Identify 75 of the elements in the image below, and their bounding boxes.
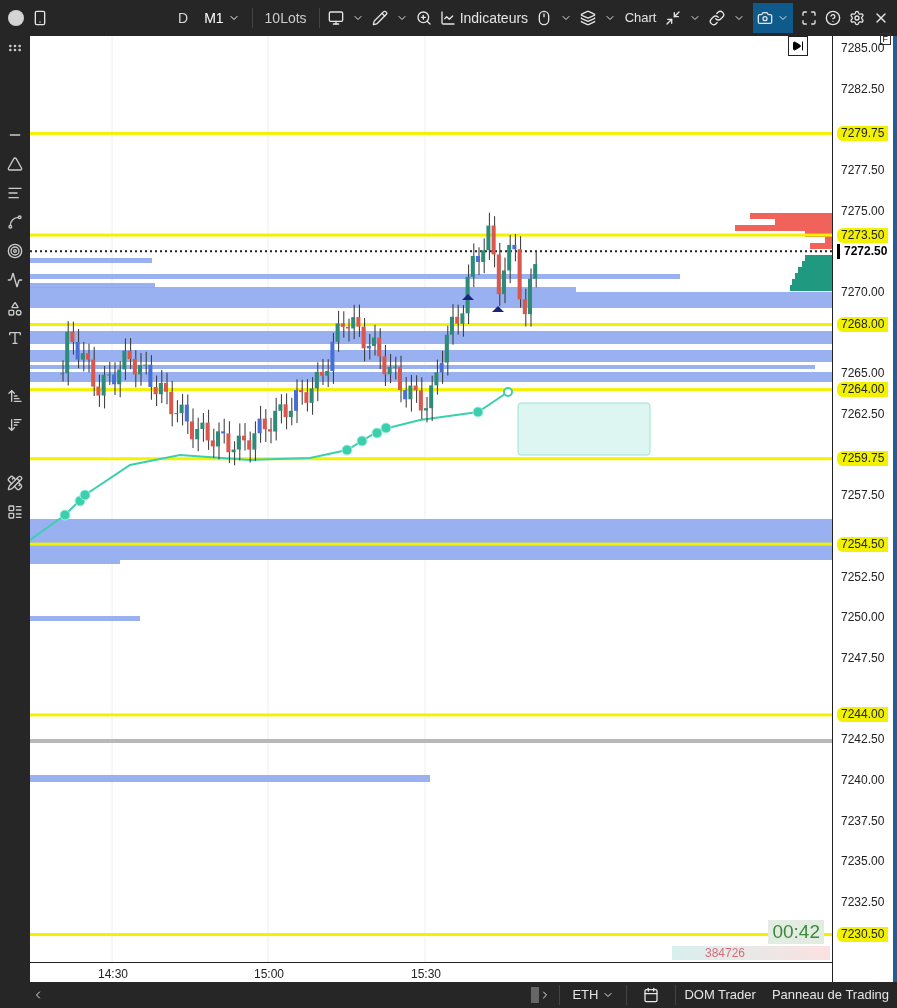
level-price-tag: 7230.50 [837,927,889,943]
target-icon[interactable] [7,243,23,259]
link-icon[interactable] [709,10,725,26]
price-axis-label: 7257.50 [841,488,885,503]
text-icon[interactable] [7,330,23,346]
signal-dot [356,435,368,447]
symbol-dropdown[interactable]: ETH [560,985,627,1005]
level-price-tag: 7279.75 [837,125,889,141]
level-price-tag: 7273.50 [837,227,889,243]
price-axis-label: 7270.00 [841,285,885,299]
collapse-icon[interactable] [665,10,681,26]
countdown-timer: 00:42 [768,920,824,944]
shapes-icon[interactable] [7,301,23,317]
triangle-icon[interactable] [7,156,23,172]
price-axis-label: 7282.50 [841,81,885,96]
pencil-icon[interactable] [371,10,388,26]
fullscreen-icon[interactable] [801,10,817,26]
monitor-icon[interactable] [327,10,344,26]
timeframe-button[interactable]: M1 [200,7,244,29]
timeframe-button[interactable]: D [174,7,193,29]
level-price-tag: 7254.50 [837,536,889,552]
level-price-tag: 7244.00 [837,707,889,723]
triangle-marker [462,294,474,300]
price-axis-label: 7237.50 [841,813,885,828]
signal-dot [341,444,353,456]
scrollbar-thumb[interactable] [531,987,540,1003]
scroll-to-end-button[interactable] [788,36,808,56]
pencil-ruler-icon[interactable] [7,475,23,491]
level-price-tag: 7268.00 [837,317,889,333]
volume-counter: 384726 [672,946,830,960]
price-axis-label: 7277.50 [841,163,885,177]
list-icon[interactable] [7,504,23,520]
panel-button[interactable]: Panneau de Trading [763,985,897,1005]
signal-dot [371,427,383,439]
signal-dot [79,489,91,501]
curve-icon[interactable] [7,214,23,230]
price-axis-label: 7265.00 [841,366,885,381]
price-axis-label: 7275.00 [841,203,885,218]
camera-icon [757,10,773,26]
price-axis-label: 7232.50 [841,895,885,909]
time-axis-label: 15:30 [411,966,442,983]
price-axis-label: 7242.50 [841,732,885,747]
app-logo-icon[interactable] [8,10,24,26]
signal-ring [503,387,513,397]
screenshot-button[interactable] [753,3,793,33]
wave-icon[interactable] [7,272,23,288]
zoom-in-icon[interactable] [415,10,432,26]
price-axis-label: 7262.50 [841,407,885,421]
price-axis-label: 7240.00 [841,773,885,787]
signal-dot [380,422,392,434]
window-title: Chart [624,9,657,28]
level-price-tag: 7264.00 [837,382,889,398]
price-axis-label: 7252.50 [841,569,885,584]
indicators-button[interactable]: Indicateurs [439,7,529,29]
time-axis-label: 15:00 [254,966,285,983]
device-icon[interactable] [32,10,48,26]
time-axis-label: 14:30 [98,966,129,983]
signal-dot [59,509,71,521]
skip-forward-icon [792,40,804,52]
price-axis-label: 7247.50 [841,651,885,665]
calendar-icon[interactable] [643,987,660,1003]
layers-icon[interactable] [580,10,597,26]
price-axis-label: 7235.00 [841,854,885,869]
triangle-marker [492,306,504,312]
help-icon[interactable] [825,10,841,26]
line-chart-icon [439,10,456,26]
volume-profile-bid-bars [790,255,832,291]
sort-ascending-icon[interactable] [7,388,23,404]
panel-button[interactable]: DOM Trader [676,985,764,1005]
price-axis-label: 7250.00 [841,610,885,625]
signal-dot [472,406,484,418]
lots-button[interactable]: 10Lots [260,7,311,29]
settings-icon[interactable] [849,10,865,26]
level-price-tag: 7259.75 [837,451,889,467]
sort-descending-icon[interactable] [7,417,23,433]
